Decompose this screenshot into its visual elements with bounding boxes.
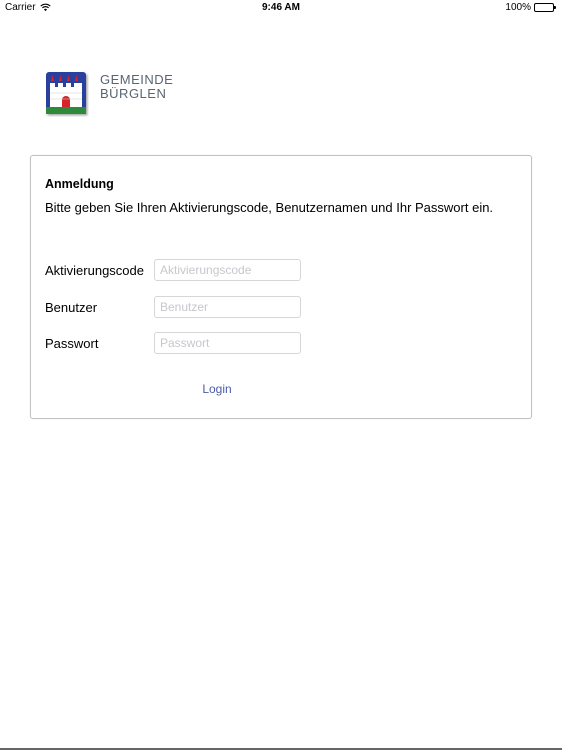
status-bar: Carrier 9:46 AM 100% — [0, 0, 562, 16]
username-label: Benutzer — [45, 300, 98, 315]
password-label: Passwort — [45, 336, 99, 351]
activation-code-label: Aktivierungscode — [45, 263, 144, 278]
status-time: 9:46 AM — [262, 2, 300, 13]
login-description: Bitte geben Sie Ihren Aktivierungscode, … — [45, 200, 494, 215]
activation-code-input[interactable] — [154, 259, 301, 281]
activation-code-row: Aktivierungscode — [45, 259, 515, 281]
login-button[interactable]: Login — [189, 380, 245, 398]
login-title: Anmeldung — [45, 177, 114, 191]
brand-line-2: BÜRGLEN — [100, 86, 167, 101]
brand-name: GEMEINDE BÜRGLEN — [100, 73, 173, 101]
login-card: Anmeldung Bitte geben Sie Ihren Aktivier… — [30, 155, 532, 419]
battery-icon — [534, 3, 556, 12]
username-input[interactable] — [154, 296, 301, 318]
battery-percent: 100% — [505, 2, 531, 13]
password-input[interactable] — [154, 332, 301, 354]
status-right: 100% — [505, 2, 556, 13]
brand-line-1: GEMEINDE — [100, 72, 174, 87]
password-row: Passwort — [45, 332, 515, 354]
username-row: Benutzer — [45, 296, 515, 318]
coat-of-arms-icon — [46, 72, 86, 114]
